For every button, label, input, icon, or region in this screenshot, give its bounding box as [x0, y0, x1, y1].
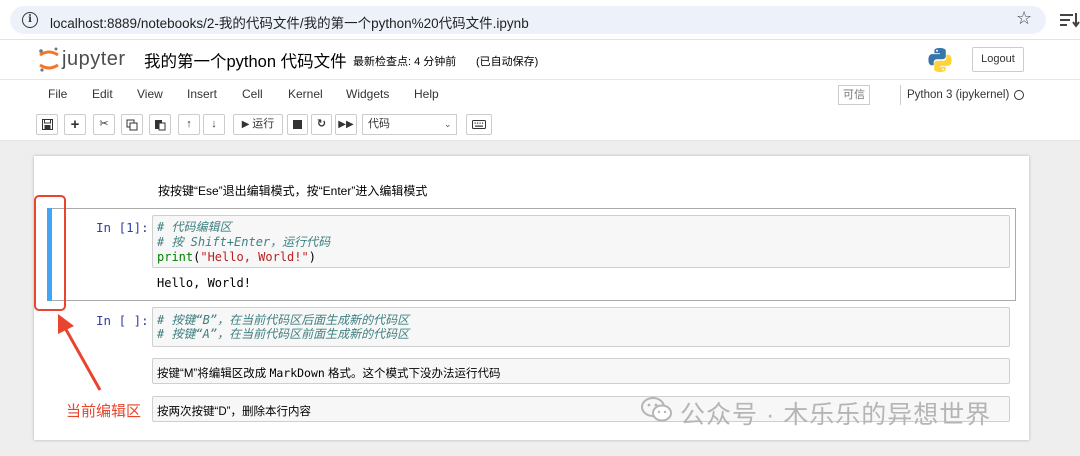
code-paren: ): [308, 250, 316, 264]
wechat-icon: [641, 397, 672, 422]
jupyter-logo-text[interactable]: jupyter: [62, 48, 126, 71]
code-line: # 按键“A”，在当前代码区前面生成新的代码区: [157, 327, 410, 341]
menu-view[interactable]: View: [137, 87, 163, 101]
plus-icon: +: [70, 116, 80, 133]
restart-run-all-button[interactable]: ▶▶: [335, 114, 357, 135]
menu-widgets[interactable]: Widgets: [346, 87, 389, 101]
arrow-down-icon: ↓: [211, 118, 217, 130]
cell-text-part: 格式。这个模式下没办法运行代码: [324, 368, 501, 380]
insert-cell-button[interactable]: +: [64, 114, 86, 135]
arrow-up-icon: ↑: [186, 118, 192, 130]
restart-button[interactable]: ↻: [311, 114, 332, 135]
code-function: print: [157, 250, 194, 264]
cell-text-part: 按键“M”将编辑区改成: [157, 368, 270, 380]
run-button[interactable]: ▶ 运行: [233, 114, 283, 135]
chevron-down-icon: ⌄: [444, 119, 452, 129]
menu-kernel[interactable]: Kernel: [288, 87, 323, 101]
code-line: # 按键“B”，在当前代码区后面生成新的代码区: [157, 313, 410, 327]
keyboard-icon: [472, 120, 486, 129]
interrupt-button[interactable]: [287, 114, 308, 135]
checkpoint-status: 最新检查点: 4 分钟前: [353, 56, 457, 68]
run-icon: ▶: [241, 119, 253, 130]
current-edit-area-highlight: [34, 195, 66, 311]
reading-list-icon[interactable]: [1060, 11, 1080, 29]
save-button[interactable]: [36, 114, 58, 135]
move-down-button[interactable]: ↓: [203, 114, 225, 135]
python-logo-icon: [928, 48, 952, 72]
cell-type-select[interactable]: 代码: [362, 114, 457, 135]
cut-button[interactable]: ✂: [93, 114, 115, 135]
copy-icon: [126, 119, 138, 131]
code-string: "Hello, World!": [200, 250, 309, 264]
trusted-indicator[interactable]: 可信: [838, 85, 870, 105]
site-info-icon[interactable]: i: [22, 12, 38, 28]
code-line: # 按 Shift+Enter，运行代码: [157, 235, 331, 249]
code-line: # 代码编辑区: [157, 220, 232, 234]
annotation-label: 当前编辑区: [66, 403, 142, 420]
code-line: print("Hello, World!"): [157, 250, 316, 264]
menu-cell[interactable]: Cell: [242, 87, 263, 101]
cell-text: 按键“M”将编辑区改成 MarkDown 格式。这个模式下没办法运行代码: [157, 365, 501, 381]
stop-icon: [293, 120, 302, 129]
cell-text-mono: MarkDown: [269, 366, 325, 380]
menu-insert[interactable]: Insert: [187, 87, 217, 101]
watermark-text: 公众号 · 木乐乐的异想世界: [680, 401, 992, 429]
bookmark-star-icon[interactable]: ☆: [1016, 8, 1032, 29]
fast-forward-icon: ▶▶: [338, 119, 354, 130]
kernel-name[interactable]: Python 3 (ipykernel): [900, 85, 1028, 105]
autosave-status: (已自动保存): [476, 56, 539, 68]
logout-button[interactable]: Logout: [972, 47, 1024, 72]
kernel-idle-icon: [1014, 90, 1024, 100]
restart-icon: ↻: [316, 118, 327, 130]
cell-prompt: In [1]:: [96, 220, 149, 235]
move-up-button[interactable]: ↑: [178, 114, 200, 135]
paste-button[interactable]: [149, 114, 171, 135]
markdown-cell[interactable]: 按按键“Ese”退出编辑模式，按“Enter”进入编辑模式: [158, 182, 427, 199]
copy-button[interactable]: [121, 114, 143, 135]
menu-edit[interactable]: Edit: [92, 87, 113, 101]
save-icon: [41, 119, 53, 130]
menu-help[interactable]: Help: [414, 87, 439, 101]
run-label: 运行: [252, 118, 275, 130]
cell-text: 按两次按键“D”，删除本行内容: [157, 406, 311, 418]
annotation-arrow-icon: [58, 314, 102, 391]
url-text[interactable]: localhost:8889/notebooks/2-我的代码文件/我的第一个p…: [50, 12, 529, 32]
menu-file[interactable]: File: [48, 87, 67, 101]
cell-output: Hello, World!: [157, 276, 251, 290]
command-palette-button[interactable]: [466, 114, 492, 135]
paste-icon: [155, 120, 166, 131]
scissors-icon: ✂: [99, 118, 109, 130]
notebook-title[interactable]: 我的第一个python 代码文件: [144, 48, 347, 72]
